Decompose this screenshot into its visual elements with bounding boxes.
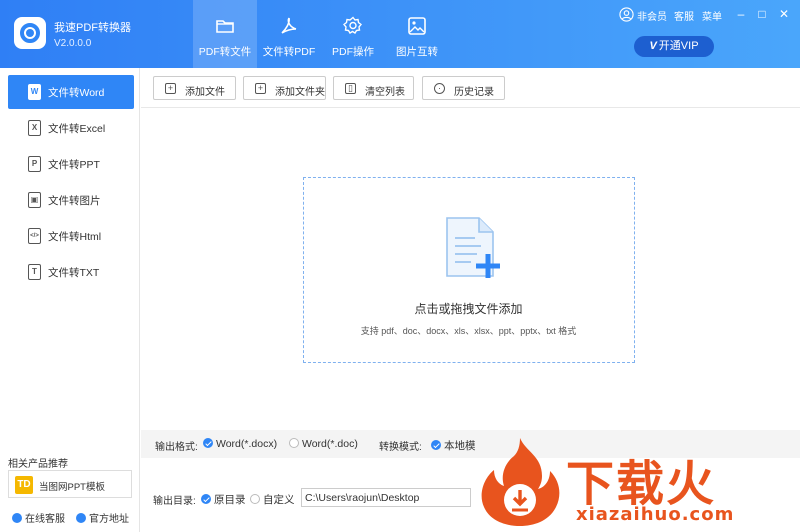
trash-icon: ▯	[345, 83, 356, 94]
file-drop-zone[interactable]: 点击或拖拽文件添加 支持 pdf、doc、docx、xls、xlsx、ppt、p…	[303, 177, 635, 363]
sidebar-item-label: 文件转TXT	[48, 267, 100, 279]
folder-icon	[216, 20, 234, 33]
output-dir-label: 输出目录:	[153, 496, 196, 507]
tab-label: PDF转文件	[198, 46, 252, 58]
clear-list-button[interactable]: ▯ 清空列表	[333, 76, 414, 100]
format-doc-label: Word(*.doc)	[302, 438, 358, 450]
format-docx-radio[interactable]: Word(*.docx)	[203, 438, 277, 450]
sidebar-item-label: 文件转图片	[48, 195, 101, 207]
tab-file-to-pdf[interactable]: 文件转PDF	[257, 0, 321, 68]
recommend-card[interactable]: TD 当图网PPT模板	[8, 470, 132, 498]
plus-file-icon: +	[165, 83, 176, 94]
word-icon: W	[28, 84, 41, 100]
add-file-label: 添加文件	[185, 87, 225, 98]
app-title: 我速PDF转换器	[54, 22, 131, 34]
tab-label: PDF操作	[332, 46, 374, 58]
output-format-label: 输出格式:	[155, 442, 198, 453]
clock-icon: ·	[434, 83, 445, 94]
clear-list-label: 清空列表	[365, 87, 405, 98]
output-path-input[interactable]	[301, 488, 471, 507]
excel-icon: X	[28, 120, 41, 136]
add-folder-button[interactable]: + 添加文件夹	[243, 76, 326, 100]
drop-title: 点击或拖拽文件添加	[414, 302, 523, 316]
original-dir-label: 原目录	[214, 494, 246, 506]
plus-folder-icon: +	[255, 83, 266, 94]
mode-local-label: 本地模	[444, 440, 476, 452]
sidebar-item-html[interactable]: </> 文件转Html	[8, 219, 134, 253]
recommend-title: 相关产品推荐	[8, 459, 68, 470]
open-vip-button[interactable]: V 开通VIP	[634, 36, 714, 57]
sidebar-item-label: 文件转PPT	[48, 159, 100, 171]
app-logo	[14, 17, 46, 49]
sidebar-item-label: 文件转Excel	[48, 123, 106, 135]
gear-icon	[343, 16, 362, 34]
online-service-label: 在线客服	[25, 514, 65, 525]
sidebar-item-image[interactable]: ▣ 文件转图片	[8, 183, 134, 217]
tab-image-convert[interactable]: 图片互转	[385, 0, 449, 68]
sidebar-item-label: 文件转Html	[48, 231, 102, 243]
minimize-icon[interactable]: –	[733, 6, 749, 22]
maximize-icon[interactable]: □	[754, 6, 770, 22]
history-button[interactable]: · 历史记录	[422, 76, 505, 100]
mode-label: 转换模式:	[379, 442, 422, 453]
add-document-icon	[446, 217, 500, 278]
output-dir-row: 输出目录: 原目录 自定义	[141, 484, 800, 512]
home-icon	[76, 513, 86, 523]
code-icon: </>	[28, 228, 41, 244]
tab-label: 文件转PDF	[262, 46, 316, 58]
close-icon[interactable]: ✕	[776, 6, 792, 22]
sidebar-item-txt[interactable]: T 文件转TXT	[8, 255, 134, 289]
official-site-link[interactable]: 官方地址	[76, 510, 129, 525]
sidebar-item-label: 文件转Word	[48, 87, 105, 99]
custom-dir-radio[interactable]: 自定义	[250, 492, 295, 507]
tab-pdf-to-file[interactable]: PDF转文件	[193, 0, 257, 68]
history-label: 历史记录	[454, 87, 494, 98]
add-folder-label: 添加文件夹	[275, 87, 325, 98]
member-status[interactable]: 非会员	[637, 8, 667, 24]
format-doc-radio[interactable]: Word(*.doc)	[289, 438, 358, 450]
title-bar: 我速PDF转换器 V2.0.0.0 PDF转文件 文件转PDF PDF操作 图片…	[0, 0, 800, 68]
format-docx-label: Word(*.docx)	[216, 438, 278, 450]
vip-label: 开通VIP	[658, 40, 699, 52]
output-format-row: 输出格式: Word(*.docx) Word(*.doc) 转换模式: 本地模	[141, 430, 800, 458]
recommend-label: 当图网PPT模板	[39, 482, 105, 493]
text-icon: T	[28, 264, 41, 280]
original-dir-radio[interactable]: 原目录	[201, 492, 246, 507]
user-icon[interactable]	[619, 7, 634, 22]
image-icon	[408, 17, 426, 35]
td-logo-icon: TD	[15, 476, 33, 494]
drop-hint: 支持 pdf、doc、docx、xls、xlsx、ppt、pptx、txt 格式	[360, 326, 577, 336]
custom-dir-label: 自定义	[263, 494, 295, 506]
ppt-icon: P	[28, 156, 41, 172]
add-file-button[interactable]: + 添加文件	[153, 76, 236, 100]
menu-link[interactable]: 菜单	[702, 8, 722, 24]
mode-local-radio[interactable]: 本地模	[431, 438, 476, 453]
official-site-label: 官方地址	[89, 514, 129, 525]
sidebar-item-ppt[interactable]: P 文件转PPT	[8, 147, 134, 181]
tab-pdf-operations[interactable]: PDF操作	[321, 0, 385, 68]
sidebar-item-excel[interactable]: X 文件转Excel	[8, 111, 134, 145]
online-service-link[interactable]: 在线客服	[12, 510, 65, 525]
tab-label: 图片互转	[396, 46, 438, 58]
pdf-icon	[281, 17, 297, 34]
headset-icon	[12, 513, 22, 523]
vip-icon: V	[649, 40, 657, 52]
service-link[interactable]: 客服	[674, 8, 694, 24]
picture-icon: ▣	[28, 192, 41, 208]
sidebar-item-word[interactable]: W 文件转Word	[8, 75, 134, 109]
app-version: V2.0.0.0	[54, 38, 92, 49]
